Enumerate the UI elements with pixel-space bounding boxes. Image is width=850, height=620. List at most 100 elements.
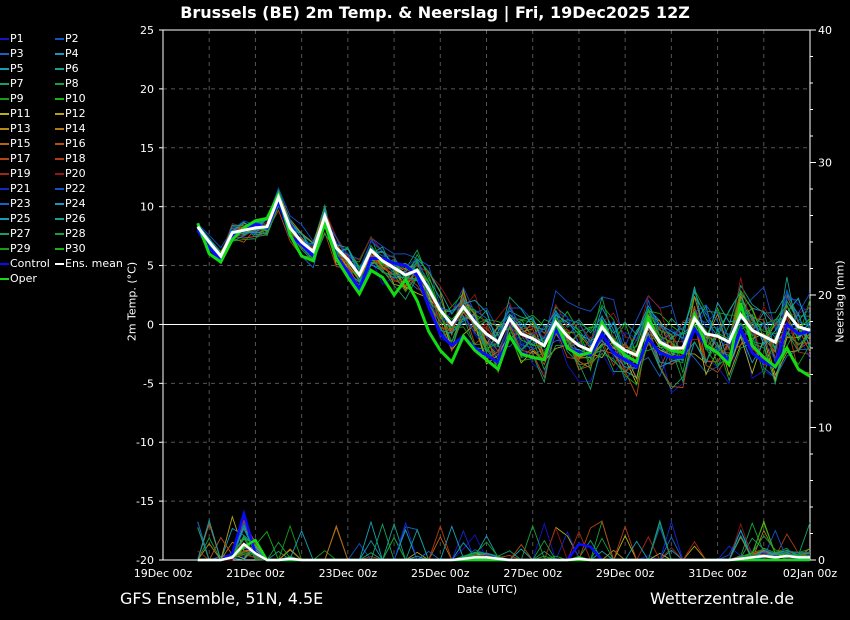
legend-swatch — [0, 262, 9, 265]
legend-label: Control — [10, 257, 50, 270]
legend-swatch — [55, 187, 64, 190]
legend-swatch — [55, 262, 64, 265]
legend-item-p28: P28 — [55, 227, 86, 240]
member-precip-p26 — [197, 527, 811, 561]
legend-label: P22 — [65, 182, 86, 195]
legend-label: P8 — [65, 77, 79, 90]
member-precip-p1 — [197, 522, 811, 561]
legend-item-p22: P22 — [55, 182, 86, 195]
member-precip-p6 — [197, 522, 811, 561]
legend-label: P30 — [65, 242, 86, 255]
y-tick-label: 25 — [140, 24, 154, 37]
legend-label: Oper — [10, 272, 37, 285]
legend-item-p14: P14 — [55, 122, 86, 135]
legend-swatch — [0, 232, 9, 235]
y2-axis-label: Neerslag (mm) — [833, 260, 847, 343]
legend-swatch — [55, 112, 64, 115]
legend-swatch — [55, 232, 64, 235]
y-tick-label: 20 — [140, 83, 154, 96]
legend-swatch — [0, 217, 9, 220]
legend-label: P26 — [65, 212, 86, 225]
x-tick-label: 29Dec 00z — [596, 567, 655, 580]
legend-item-p15: P15 — [0, 137, 31, 150]
member-precip-p14 — [197, 529, 811, 561]
y-axis-label: 2m Temp. (°C) — [125, 261, 139, 342]
legend-item-p23: P23 — [0, 197, 31, 210]
legend-swatch — [55, 37, 64, 40]
legend-swatch — [0, 67, 9, 70]
member-precip-p2 — [197, 529, 811, 561]
legend-item-p12: P12 — [55, 107, 86, 120]
legend-label: P16 — [65, 137, 86, 150]
source-credit: Wetterzentrale.de — [650, 589, 795, 608]
legend-item-p3: P3 — [0, 47, 24, 60]
legend-item-p20: P20 — [55, 167, 86, 180]
y-tick-label: -10 — [136, 436, 154, 449]
member-precip-p19 — [197, 530, 811, 561]
member-precip-p15 — [197, 522, 811, 561]
legend-label: P18 — [65, 152, 86, 165]
legend-label: P1 — [10, 32, 24, 45]
legend-label: P20 — [65, 167, 86, 180]
x-tick-label: 19Dec 00z — [134, 567, 193, 580]
legend-item-p18: P18 — [55, 152, 86, 165]
y-tick-label: 10 — [140, 201, 154, 214]
legend-item-p21: P21 — [0, 182, 31, 195]
legend-label: P5 — [10, 62, 24, 75]
x-tick-label: 02Jan 00z — [783, 567, 837, 580]
y-tick-label: -20 — [136, 554, 154, 567]
member-precip-p13 — [197, 525, 811, 561]
legend-label: P25 — [10, 212, 31, 225]
legend-item-p10: P10 — [55, 92, 86, 105]
legend-label: Ens. mean — [65, 257, 123, 270]
legend-item-control: Control — [0, 257, 50, 270]
legend-swatch — [55, 142, 64, 145]
legend-swatch — [55, 247, 64, 250]
legend-swatch — [55, 97, 64, 100]
legend-swatch — [0, 157, 9, 160]
x-tick-label: 25Dec 00z — [411, 567, 470, 580]
legend-label: P17 — [10, 152, 31, 165]
legend-swatch — [0, 97, 9, 100]
precip-series — [197, 509, 811, 562]
x-tick-label: 31Dec 00z — [688, 567, 747, 580]
legend-swatch — [55, 127, 64, 130]
legend-swatch — [0, 142, 9, 145]
legend-swatch — [55, 67, 64, 70]
legend-swatch — [0, 82, 9, 85]
y-tick-label: -5 — [143, 377, 154, 390]
legend-item-p17: P17 — [0, 152, 31, 165]
legend-label: P19 — [10, 167, 31, 180]
legend-item-p11: P11 — [0, 107, 31, 120]
legend-swatch — [0, 52, 9, 55]
legend-swatch — [0, 187, 9, 190]
legend-label: P27 — [10, 227, 31, 240]
legend-swatch — [55, 82, 64, 85]
legend-swatch — [0, 277, 9, 280]
legend-swatch — [55, 202, 64, 205]
y-tick-label: -15 — [136, 495, 154, 508]
legend-label: P15 — [10, 137, 31, 150]
legend-label: P2 — [65, 32, 79, 45]
legend-item-p27: P27 — [0, 227, 31, 240]
legend-swatch — [55, 172, 64, 175]
legend-label: P24 — [65, 197, 86, 210]
legend-item-p29: P29 — [0, 242, 31, 255]
y2-tick-label: 40 — [818, 24, 832, 37]
y2-tick-label: 10 — [818, 422, 832, 435]
legend-label: P12 — [65, 107, 86, 120]
legend-swatch — [0, 37, 9, 40]
legend-label: P21 — [10, 182, 31, 195]
legend-swatch — [55, 52, 64, 55]
legend-swatch — [0, 202, 9, 205]
legend-label: P3 — [10, 47, 24, 60]
legend-swatch — [55, 217, 64, 220]
legend-item-p19: P19 — [0, 167, 31, 180]
legend-item-p13: P13 — [0, 122, 31, 135]
x-tick-label: 27Dec 00z — [503, 567, 562, 580]
x-tick-label: 23Dec 00z — [319, 567, 378, 580]
y-tick-label: 0 — [147, 318, 154, 331]
legend-swatch — [55, 157, 64, 160]
legend-item-p16: P16 — [55, 137, 86, 150]
legend-label: P6 — [65, 62, 79, 75]
